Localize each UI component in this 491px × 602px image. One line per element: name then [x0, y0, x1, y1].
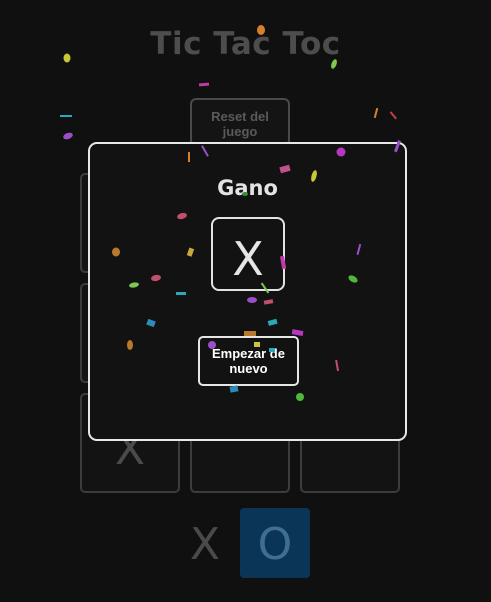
- turn-indicator: X O: [170, 508, 310, 578]
- winner-symbol: X: [211, 217, 285, 291]
- game-page: Tic Tac Toc Reset del juego X X O Gano X…: [0, 0, 491, 602]
- turn-o-active: O: [240, 508, 310, 578]
- modal-title: Gano: [217, 176, 278, 200]
- page-title: Tic Tac Toc: [150, 26, 341, 62]
- reset-game-button[interactable]: Reset del juego: [190, 98, 290, 146]
- restart-button[interactable]: Empezar de nuevo: [198, 336, 299, 386]
- winner-modal: Gano X Empezar de nuevo: [88, 142, 407, 441]
- turn-x: X: [189, 519, 221, 570]
